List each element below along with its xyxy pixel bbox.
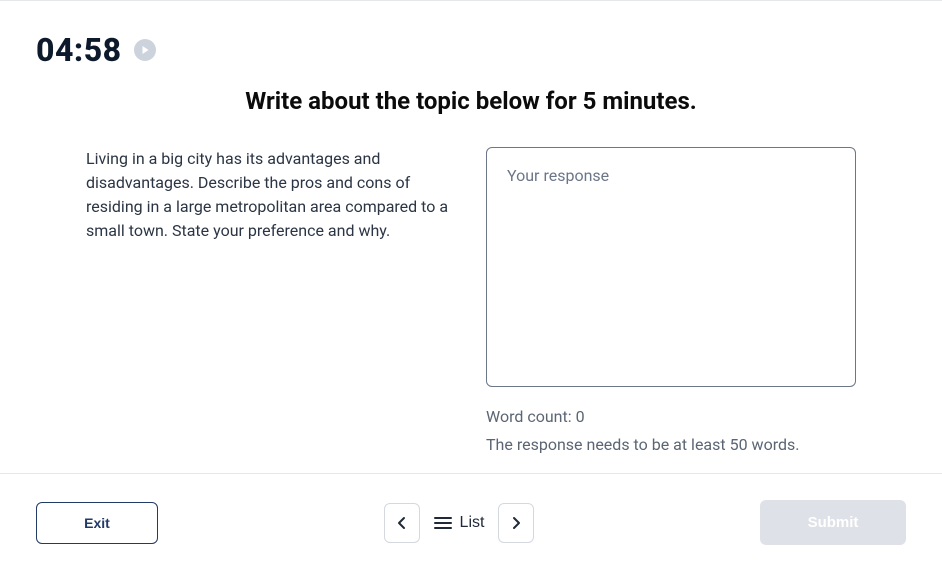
submit-button[interactable]: Submit xyxy=(760,500,906,545)
chevron-left-icon xyxy=(394,515,410,531)
header: 04:58 xyxy=(0,1,942,69)
page-container: 04:58 Write about the topic below for 5 … xyxy=(0,0,942,571)
play-button[interactable] xyxy=(134,39,156,61)
hints: Word count: 0 The response needs to be a… xyxy=(486,403,856,459)
word-count-value: 0 xyxy=(576,407,585,426)
chevron-right-icon xyxy=(508,515,524,531)
response-textarea[interactable] xyxy=(486,147,856,387)
prev-button[interactable] xyxy=(384,503,420,543)
list-button[interactable]: List xyxy=(428,506,491,540)
prompt-text: Living in a big city has its advantages … xyxy=(86,147,456,243)
min-words-hint: The response needs to be at least 50 wor… xyxy=(486,431,856,459)
question-nav: List xyxy=(384,503,535,543)
list-button-label: List xyxy=(460,514,485,532)
exit-button[interactable]: Exit xyxy=(36,502,158,544)
word-count-line: Word count: 0 xyxy=(486,403,856,431)
play-icon xyxy=(140,45,150,55)
content-area: Living in a big city has its advantages … xyxy=(0,115,942,473)
prompt-column: Living in a big city has its advantages … xyxy=(86,147,456,473)
next-button[interactable] xyxy=(498,503,534,543)
response-column: Word count: 0 The response needs to be a… xyxy=(486,147,856,473)
instruction-heading: Write about the topic below for 5 minute… xyxy=(0,87,942,115)
word-count-prefix: Word count: xyxy=(486,407,576,426)
footer: Exit List Submit xyxy=(0,473,942,571)
timer-display: 04:58 xyxy=(36,31,122,69)
list-icon xyxy=(434,516,452,530)
